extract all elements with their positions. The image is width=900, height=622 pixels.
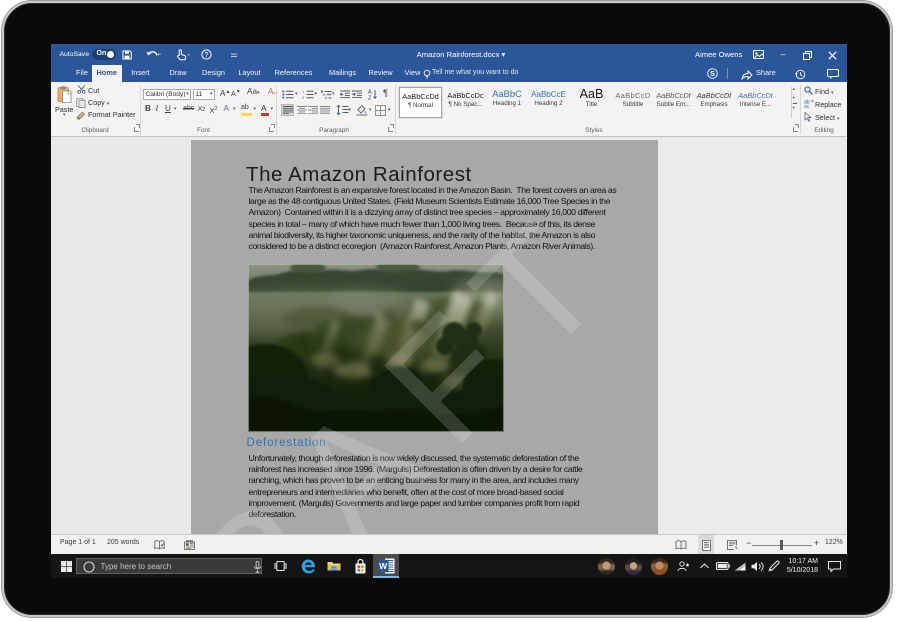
svg-text:ac: ac: [804, 104, 810, 108]
svg-text:Z: Z: [368, 95, 372, 100]
svg-text:2: 2: [302, 94, 305, 98]
svg-text:1: 1: [302, 90, 305, 94]
svg-text:S: S: [710, 69, 715, 78]
svg-text:W: W: [379, 561, 388, 571]
